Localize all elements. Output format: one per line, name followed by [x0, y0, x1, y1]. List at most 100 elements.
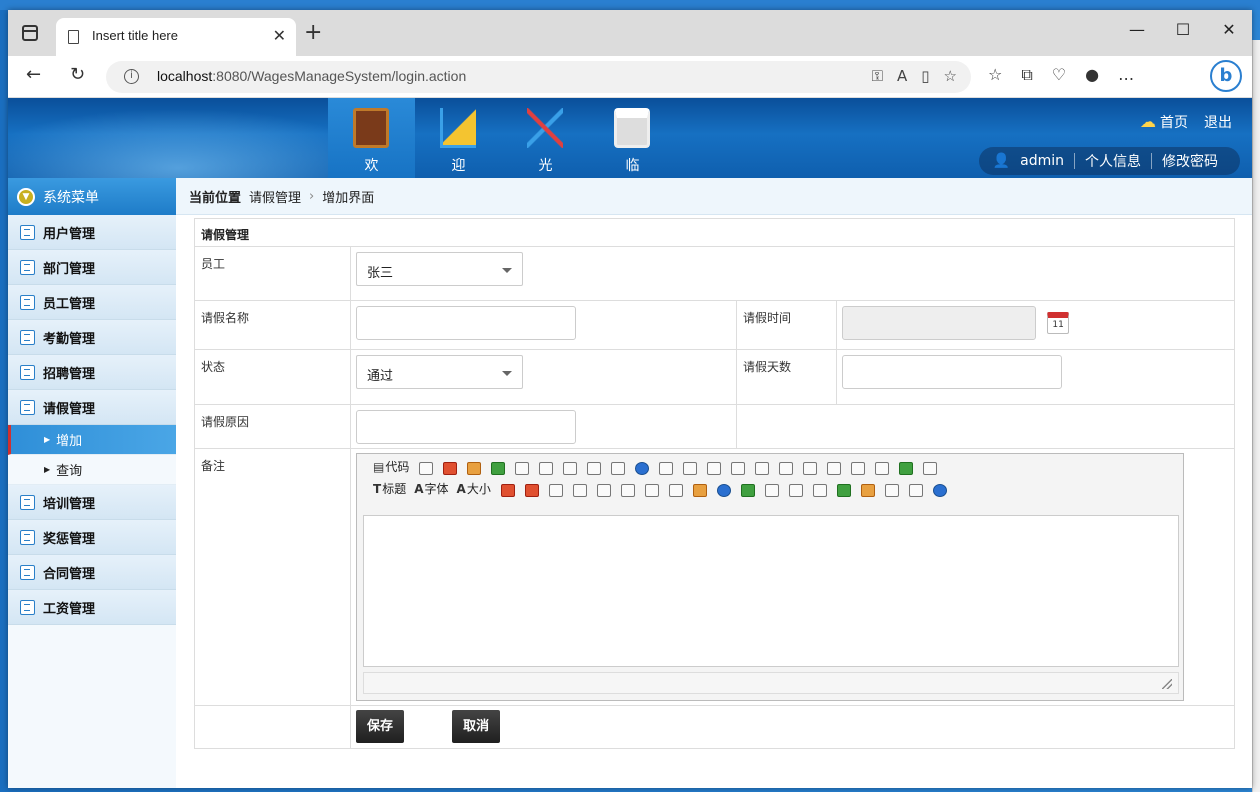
- module-welcome-3[interactable]: 光: [502, 98, 589, 178]
- browser-tab[interactable]: Insert title here ✕: [56, 18, 296, 56]
- horizontal-rule-icon[interactable]: [785, 480, 805, 498]
- sidebar-item-users[interactable]: 用户管理: [8, 215, 176, 250]
- subscript-icon[interactable]: [847, 458, 867, 476]
- flash-icon[interactable]: [713, 480, 733, 498]
- spellcheck-icon[interactable]: [809, 480, 829, 498]
- profile-link[interactable]: 个人信息: [1085, 151, 1141, 171]
- align-right-icon[interactable]: [703, 458, 723, 476]
- reason-input[interactable]: [356, 410, 576, 444]
- time-icon[interactable]: [919, 458, 939, 476]
- superscript-icon[interactable]: [871, 458, 891, 476]
- editor-resize-bar[interactable]: [363, 672, 1179, 694]
- remove-format-icon[interactable]: [641, 480, 661, 498]
- paste-word-icon[interactable]: [631, 458, 651, 476]
- bold-icon[interactable]: [545, 480, 565, 498]
- key-icon[interactable]: ⚿: [872, 67, 883, 85]
- calendar-icon[interactable]: 11: [1047, 312, 1070, 334]
- italic-icon[interactable]: [569, 480, 589, 498]
- sidebar-item-leave[interactable]: 请假管理: [8, 390, 176, 425]
- cut-icon[interactable]: [535, 458, 555, 476]
- address-input[interactable]: i localhost:8080/WagesManageSystem/login…: [106, 61, 971, 93]
- site-info-icon[interactable]: i: [124, 69, 139, 84]
- sidebar-item-rewards[interactable]: 奖惩管理: [8, 520, 176, 555]
- leave-time-input[interactable]: [842, 306, 1036, 340]
- maximize-icon[interactable]: ☐: [1160, 10, 1206, 56]
- home-link[interactable]: ☁ 首页: [1140, 112, 1188, 132]
- more-icon[interactable]: …: [1118, 65, 1134, 85]
- favorites-icon[interactable]: ☆: [988, 65, 1002, 85]
- breadcrumb-level1[interactable]: 请假管理: [249, 187, 301, 206]
- heading-button[interactable]: T标题: [371, 480, 408, 497]
- bing-icon[interactable]: b: [1210, 60, 1242, 92]
- strikethrough-icon[interactable]: [617, 480, 637, 498]
- emoticon-icon[interactable]: [857, 480, 877, 498]
- reading-view-icon[interactable]: ▯: [921, 67, 929, 85]
- text-color-icon[interactable]: [497, 480, 517, 498]
- back-icon[interactable]: ←: [26, 64, 41, 85]
- sidebar-header[interactable]: ▼ 系统菜单: [8, 178, 176, 215]
- align-left-icon[interactable]: [655, 458, 675, 476]
- table-icon[interactable]: [761, 480, 781, 498]
- performance-icon[interactable]: ♡: [1052, 65, 1066, 85]
- minimize-icon[interactable]: —: [1114, 10, 1160, 56]
- sidebar-item-departments[interactable]: 部门管理: [8, 250, 176, 285]
- reload-icon[interactable]: ↻: [70, 64, 85, 85]
- about-icon[interactable]: [929, 480, 949, 498]
- preview-icon[interactable]: [415, 458, 435, 476]
- sidebar-item-wages[interactable]: 工资管理: [8, 590, 176, 625]
- sidebar-subitem-query[interactable]: ▶ 查询: [8, 455, 176, 485]
- link-icon[interactable]: [881, 480, 901, 498]
- indent-icon[interactable]: [799, 458, 819, 476]
- editor-content-area[interactable]: [363, 515, 1179, 667]
- align-center-icon[interactable]: [679, 458, 699, 476]
- font-size-button[interactable]: A大小: [455, 480, 493, 497]
- image-icon[interactable]: [689, 480, 709, 498]
- collections-icon[interactable]: ⧉: [1021, 65, 1032, 85]
- sidebar-item-contracts[interactable]: 合同管理: [8, 555, 176, 590]
- copy-icon[interactable]: [559, 458, 579, 476]
- save-button[interactable]: 保存: [356, 710, 405, 743]
- select-all-icon[interactable]: [665, 480, 685, 498]
- leave-days-input[interactable]: [842, 355, 1062, 389]
- sidebar-item-attendance[interactable]: 考勤管理: [8, 320, 176, 355]
- unlink-icon[interactable]: [905, 480, 925, 498]
- fullscreen-icon[interactable]: [439, 458, 459, 476]
- actions-spacer: [195, 706, 351, 748]
- insert-line-icon[interactable]: [833, 480, 853, 498]
- profile-icon[interactable]: ●: [1085, 65, 1099, 85]
- align-justify-icon[interactable]: [727, 458, 747, 476]
- outdent-icon[interactable]: [823, 458, 843, 476]
- module-welcome-1[interactable]: 欢: [328, 98, 415, 178]
- change-password-link[interactable]: 修改密码: [1162, 151, 1218, 171]
- ordered-list-icon[interactable]: [751, 458, 771, 476]
- employee-select[interactable]: 张三: [356, 252, 523, 286]
- add-favorite-icon[interactable]: ☆: [944, 67, 957, 85]
- sidebar-item-employees[interactable]: 员工管理: [8, 285, 176, 320]
- cancel-button[interactable]: 取消: [452, 710, 501, 743]
- undo-icon[interactable]: [463, 458, 483, 476]
- close-tab-icon[interactable]: ✕: [273, 26, 286, 45]
- print-icon[interactable]: [511, 458, 531, 476]
- media-icon[interactable]: [737, 480, 757, 498]
- underline-icon[interactable]: [593, 480, 613, 498]
- status-select[interactable]: 通过: [356, 355, 523, 389]
- module-welcome-4[interactable]: 临: [589, 98, 676, 178]
- logout-link[interactable]: 退出: [1204, 112, 1232, 132]
- tab-actions-icon[interactable]: [22, 25, 38, 41]
- paste-icon[interactable]: [583, 458, 603, 476]
- highlight-color-icon[interactable]: [521, 480, 541, 498]
- read-aloud-icon[interactable]: A: [897, 67, 907, 85]
- paste-text-icon[interactable]: [607, 458, 627, 476]
- code-button[interactable]: ▤代码: [371, 458, 411, 475]
- redo-icon[interactable]: [487, 458, 507, 476]
- date-icon[interactable]: [895, 458, 915, 476]
- unordered-list-icon[interactable]: [775, 458, 795, 476]
- new-tab-icon[interactable]: +: [304, 20, 322, 45]
- module-welcome-2[interactable]: 迎: [415, 98, 502, 178]
- sidebar-item-recruitment[interactable]: 招聘管理: [8, 355, 176, 390]
- leave-name-input[interactable]: [356, 306, 576, 340]
- font-button[interactable]: A字体: [412, 480, 450, 497]
- sidebar-subitem-add[interactable]: ▶ 增加: [8, 425, 176, 455]
- sidebar-item-training[interactable]: 培训管理: [8, 485, 176, 520]
- close-window-icon[interactable]: ✕: [1206, 10, 1252, 56]
